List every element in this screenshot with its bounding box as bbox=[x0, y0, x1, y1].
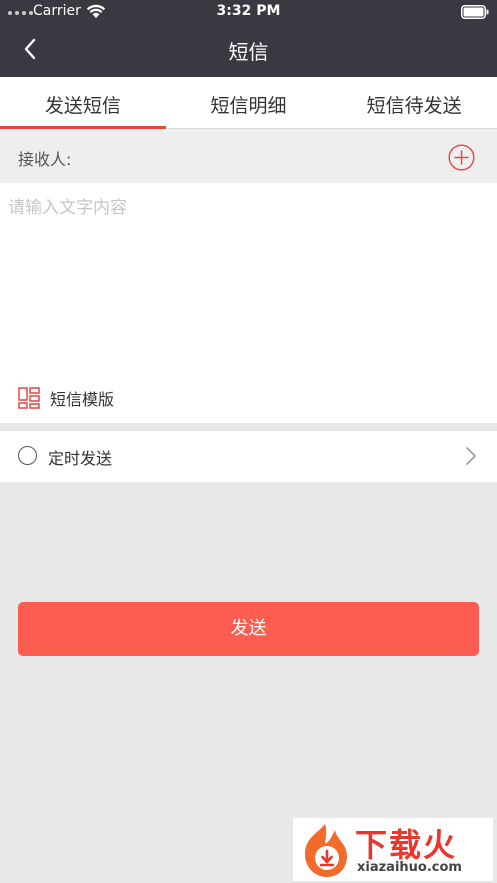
watermark-logo: 下载火 xiazaihuo.com bbox=[293, 818, 493, 881]
template-label: 短信模版 bbox=[50, 390, 115, 409]
watermark-text-en: xiazaihuo.com bbox=[357, 860, 462, 875]
page-title: 短信 bbox=[228, 40, 269, 64]
battery-icon bbox=[461, 5, 489, 23]
flame-logo-icon bbox=[305, 824, 347, 877]
message-area: 短信模版 bbox=[0, 183, 497, 423]
template-icon bbox=[18, 387, 40, 409]
template-button[interactable]: 短信模版 bbox=[18, 386, 114, 410]
status-bar: Carrier 3:32 PM bbox=[0, 0, 497, 24]
chevron-right-icon bbox=[465, 446, 477, 470]
schedule-label: 定时发送 bbox=[48, 449, 113, 468]
recipient-row: 接收人: bbox=[0, 129, 497, 183]
schedule-radio[interactable] bbox=[18, 446, 37, 465]
app-root: Carrier 3:32 PM 短信 发送短信 短信明细 短信待发送 接收人: … bbox=[0, 0, 497, 883]
top-bar: Carrier 3:32 PM 短信 bbox=[0, 0, 497, 77]
add-recipient-button[interactable] bbox=[448, 144, 475, 171]
recipient-label: 接收人: bbox=[18, 150, 72, 169]
schedule-row[interactable]: 定时发送 bbox=[0, 431, 497, 482]
clock: 3:32 PM bbox=[216, 3, 281, 19]
tab-send-sms[interactable]: 发送短信 bbox=[0, 77, 166, 129]
tab-bar: 发送短信 短信明细 短信待发送 bbox=[0, 77, 497, 129]
send-button[interactable]: 发送 bbox=[18, 602, 479, 656]
tab-sms-pending[interactable]: 短信待发送 bbox=[331, 77, 497, 128]
plus-circle-icon bbox=[448, 144, 475, 171]
tab-sms-details[interactable]: 短信明细 bbox=[166, 77, 332, 128]
message-input[interactable] bbox=[8, 193, 488, 373]
